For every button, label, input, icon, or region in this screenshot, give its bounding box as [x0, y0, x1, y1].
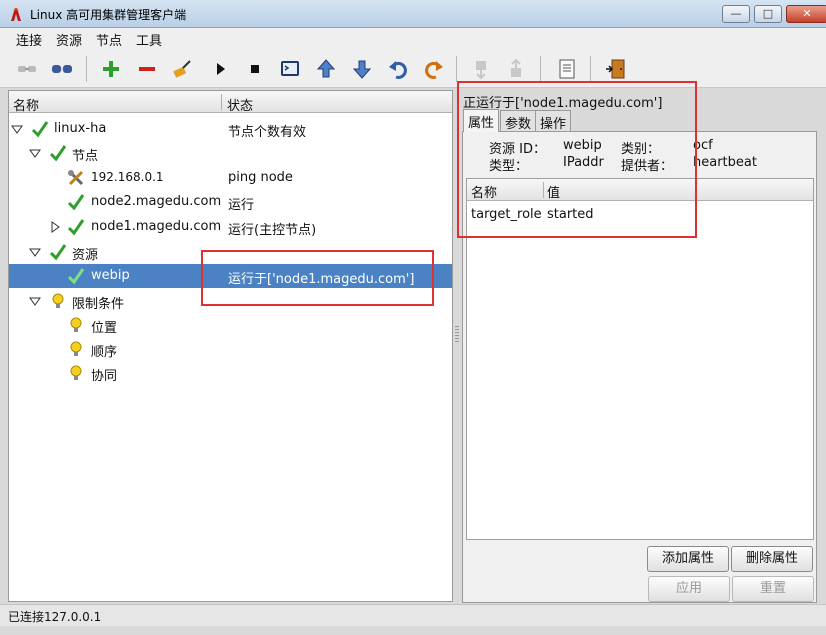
collapse-icon[interactable]: [29, 295, 41, 307]
tab-content: 资源 ID： webip 类别： ocf 类型： IPaddr 提供者： hea…: [462, 131, 817, 603]
remove-icon[interactable]: [134, 58, 160, 80]
attr-name-cell: target_role: [471, 207, 542, 222]
check-icon: [67, 219, 85, 236]
tree-status: 节点个数有效: [228, 125, 307, 140]
cleanup-icon[interactable]: [169, 58, 195, 80]
menu-resource[interactable]: 资源: [56, 30, 82, 49]
lightbulb-icon: [70, 365, 82, 380]
close-button[interactable]: ✕: [786, 5, 826, 23]
add-attribute-button[interactable]: 添加属性: [647, 546, 729, 572]
tree-label: node1.magedu.com: [91, 219, 222, 234]
tree-label: 位置: [91, 321, 118, 336]
console-icon[interactable]: [277, 58, 303, 80]
tree-row-node2[interactable]: node2.magedu.com 运行: [9, 190, 452, 214]
menu-bar: 连接 资源 节点 工具: [0, 28, 826, 50]
tree-status: 运行: [228, 198, 255, 213]
column-status-header[interactable]: 状态: [227, 95, 253, 114]
expand-icon[interactable]: [49, 221, 61, 233]
tree-status: 运行(主控节点): [228, 223, 317, 238]
maximize-button[interactable]: □: [754, 5, 782, 23]
collapse-icon[interactable]: [11, 123, 23, 135]
tree-status: ping node: [228, 170, 293, 185]
collapse-icon[interactable]: [29, 246, 41, 258]
tree-label: 顺序: [91, 345, 118, 360]
resource-tree: 名称 状态 linux-ha 节点个数有效 节点 192.168.0.1 pin…: [8, 90, 453, 602]
minimize-button[interactable]: —: [722, 5, 750, 23]
tab-attributes[interactable]: 属性: [463, 109, 500, 132]
check-icon: [67, 194, 85, 211]
toolbar: [0, 50, 826, 88]
exit-icon[interactable]: [602, 58, 628, 80]
attribute-table: 名称 值 target_role started: [466, 178, 814, 540]
column-name-header[interactable]: 名称: [13, 95, 39, 114]
menu-node[interactable]: 节点: [96, 30, 122, 49]
connection-status: 已连接127.0.0.1: [8, 610, 102, 624]
tree-row-resources[interactable]: 资源: [9, 240, 452, 264]
type-value: IPaddr: [563, 155, 604, 170]
tree-row-constraints[interactable]: 限制条件: [9, 289, 452, 313]
connect-icon[interactable]: [14, 58, 40, 80]
menu-tools[interactable]: 工具: [136, 30, 162, 49]
tree-row-nodes[interactable]: 节点: [9, 141, 452, 165]
redo-icon[interactable]: [421, 58, 447, 80]
class-value: ocf: [693, 138, 713, 153]
attr-value-header[interactable]: 值: [547, 182, 560, 201]
menu-connect[interactable]: 连接: [16, 30, 42, 49]
collapse-icon[interactable]: [29, 147, 41, 159]
check-icon: [49, 244, 67, 261]
tree-row-colocation[interactable]: 协同: [9, 361, 452, 385]
lightbulb-icon: [70, 341, 82, 356]
tree-label: node2.magedu.com: [91, 194, 222, 209]
type-label: 类型：: [489, 159, 529, 174]
tree-header: 名称 状态: [9, 91, 452, 114]
standby-icon[interactable]: [468, 58, 494, 80]
title-bar: Linux 高可用集群管理客户端 — □ ✕: [0, 0, 826, 28]
status-bar: 已连接127.0.0.1: [0, 604, 826, 626]
tree-row-location[interactable]: 位置: [9, 313, 452, 337]
disconnect-icon[interactable]: [49, 58, 75, 80]
tree-status: 运行于['node1.magedu.com']: [228, 272, 415, 287]
tree-label: 节点: [72, 149, 99, 164]
tree-label: linux-ha: [54, 121, 107, 136]
undo-icon[interactable]: [385, 58, 411, 80]
stop-icon[interactable]: [242, 58, 268, 80]
tree-label: 资源: [72, 248, 99, 263]
check-icon: [49, 145, 67, 162]
document-icon[interactable]: [554, 58, 580, 80]
move-up-icon[interactable]: [313, 58, 339, 80]
check-icon: [31, 121, 49, 138]
lightbulb-icon: [70, 317, 82, 332]
tools-icon: [68, 170, 84, 186]
tree-row-node1[interactable]: node1.magedu.com 运行(主控节点): [9, 215, 452, 239]
start-icon[interactable]: [207, 58, 233, 80]
attr-name-header[interactable]: 名称: [471, 182, 497, 201]
reset-button[interactable]: 重置: [732, 576, 814, 602]
tree-label: 192.168.0.1: [91, 170, 164, 184]
active-icon[interactable]: [503, 58, 529, 80]
add-icon[interactable]: [98, 58, 124, 80]
lightbulb-icon: [52, 293, 64, 308]
apply-button[interactable]: 应用: [648, 576, 730, 602]
tree-row-linux-ha[interactable]: linux-ha 节点个数有效: [9, 117, 452, 141]
tree-label: 协同: [91, 369, 118, 384]
provider-value: heartbeat: [693, 155, 757, 170]
tree-label: webip: [91, 268, 130, 283]
resource-id-value: webip: [563, 138, 602, 153]
attr-value-cell[interactable]: started: [547, 207, 594, 222]
tree-label: 限制条件: [72, 297, 125, 312]
window-title: Linux 高可用集群管理客户端: [30, 8, 187, 22]
check-icon: [67, 268, 85, 285]
delete-attribute-button[interactable]: 删除属性: [731, 546, 813, 572]
move-down-icon[interactable]: [349, 58, 375, 80]
attribute-table-header: 名称 值: [467, 179, 813, 201]
app-icon: [11, 8, 21, 21]
provider-label: 提供者：: [621, 159, 674, 174]
tree-row-webip[interactable]: webip 运行于['node1.magedu.com']: [9, 264, 452, 288]
tree-row-ping-node[interactable]: 192.168.0.1 ping node: [9, 166, 452, 190]
tab-operations[interactable]: 操作: [535, 110, 572, 132]
tree-row-order[interactable]: 顺序: [9, 337, 452, 361]
tab-parameters[interactable]: 参数: [500, 110, 537, 132]
detail-pane: 正运行于['node1.magedu.com'] 属性 参数 操作 资源 ID：…: [460, 90, 818, 604]
